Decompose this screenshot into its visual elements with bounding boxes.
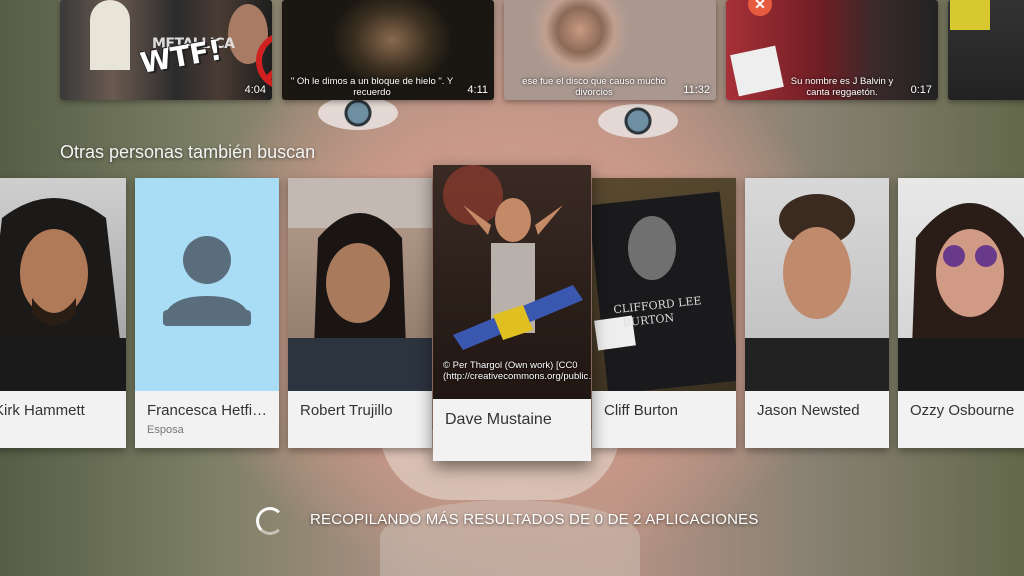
person-photo-image [0, 198, 126, 391]
photo-attribution: © Per Thargol (Own work) [CC0 (http://cr… [443, 360, 591, 382]
person-photo: © Per Thargol (Own work) [CC0 (http://cr… [433, 165, 591, 399]
video-duration: 4:11 [467, 84, 488, 96]
video-duration: 4:04 [244, 84, 266, 96]
video-row: METALLICA WTF! 4:04 " Oh le dimos a un b… [0, 0, 1024, 100]
thumbnail-sign [950, 0, 990, 30]
person-name: Ozzy Osbourne [910, 402, 1015, 419]
person-name: Jason Newsted [757, 402, 860, 419]
person-photo [898, 178, 1024, 391]
video-caption: " Oh le dimos a un bloque de hielo ". Y … [290, 76, 454, 98]
person-photo [288, 178, 432, 391]
person-relation: Esposa [147, 424, 184, 436]
person-photo-image [745, 194, 889, 391]
loading-status-text: RECOPILANDO MÁS RESULTADOS DE 0 DE 2 APL… [310, 511, 759, 528]
person-photo: CLIFFORD LEE BURTON [592, 178, 736, 391]
person-name: Robert Trujillo [300, 402, 393, 419]
thumbnail-figure [90, 0, 130, 70]
video-thumbnail-3[interactable]: ese fue el disco que causo mucho divorci… [504, 0, 716, 100]
video-duration: 11:32 [683, 84, 710, 96]
background-eye-right [598, 104, 678, 138]
person-placeholder-icon [163, 236, 251, 326]
person-card-ozzy-osbourne[interactable]: Ozzy Osbourne [898, 178, 1024, 448]
person-name: Dave Mustaine [445, 411, 552, 428]
video-thumbnail-1[interactable]: METALLICA WTF! 4:04 [60, 0, 272, 100]
person-photo-image [898, 203, 1024, 391]
video-duration: 0:17 [910, 84, 932, 96]
person-card-jason-newsted[interactable]: Jason Newsted [745, 178, 889, 448]
person-photo-image: CLIFFORD LEE BURTON [592, 191, 736, 391]
video-thumbnail-5[interactable] [948, 0, 1024, 100]
person-photo-placeholder [135, 178, 279, 391]
person-name: Francesca Hetfi… [147, 402, 268, 419]
person-photo [0, 178, 126, 391]
person-card-kirk-hammett[interactable]: Kirk Hammett [0, 178, 126, 448]
person-photo [745, 178, 889, 391]
person-card-dave-mustaine[interactable]: © Per Thargol (Own work) [CC0 (http://cr… [433, 165, 591, 461]
person-card-cliff-burton[interactable]: CLIFFORD LEE BURTON Cliff Burton [592, 178, 736, 448]
video-thumbnail-2[interactable]: " Oh le dimos a un bloque de hielo ". Y … [282, 0, 494, 100]
person-name: Kirk Hammett [0, 402, 85, 419]
loading-spinner-icon [256, 507, 284, 535]
person-card-francesca-hetfield[interactable]: Francesca Hetfi… Esposa [135, 178, 279, 448]
person-name: Cliff Burton [604, 402, 678, 419]
background-eye-left [318, 96, 398, 130]
person-card-robert-trujillo[interactable]: Robert Trujillo [288, 178, 432, 448]
video-caption: Su nombre es J Balvin y canta reggaetón. [790, 76, 894, 98]
section-title: Otras personas también buscan [60, 142, 316, 162]
person-photo-image [288, 178, 432, 391]
